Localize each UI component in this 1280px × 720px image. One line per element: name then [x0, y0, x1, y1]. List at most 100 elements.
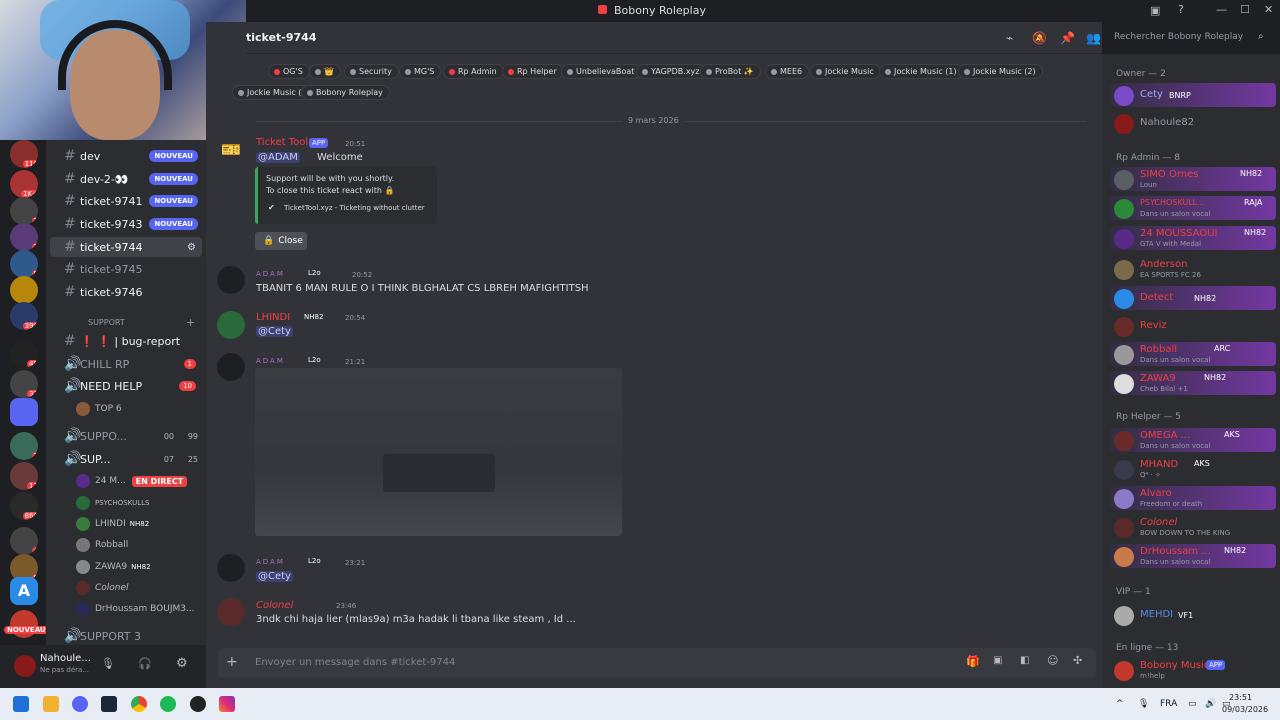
help-icon[interactable]: ? [1178, 3, 1184, 16]
avatar[interactable] [217, 311, 245, 339]
member-item[interactable]: Cety BNRP [1110, 83, 1276, 107]
minimize-button[interactable]: — [1216, 3, 1227, 16]
attached-screenshot[interactable] [255, 368, 622, 536]
member-item[interactable]: Reviz [1110, 314, 1276, 338]
server-icon[interactable]: 9 [10, 250, 38, 278]
role-tag[interactable]: YAGPDB.xyz [636, 64, 707, 79]
member-item[interactable]: PSYCHOSKULL... RAJA Dans un salon vocal [1110, 196, 1276, 220]
channel-item-ticket-9745[interactable]: # ticket-9745 [50, 259, 202, 279]
channel-item-ticket-9741[interactable]: # ticket-9741 NOUVEAU [50, 191, 202, 211]
avatar[interactable] [217, 353, 245, 381]
member-item[interactable]: OMEGA ... AKS Dans un salon vocal [1110, 428, 1276, 452]
user-mention[interactable]: @Cety [256, 326, 293, 337]
message-author[interactable]: ADAM [256, 558, 285, 566]
role-tag[interactable]: Jockie Music (2) [958, 64, 1043, 79]
member-item[interactable]: Detect NH82 [1110, 286, 1276, 310]
add-attachment-icon[interactable]: + [226, 654, 238, 670]
channel-item-dev-2[interactable]: # dev-2-👀 NOUVEAU [50, 169, 202, 189]
channel-item-ticket-9743[interactable]: # ticket-9743 NOUVEAU [50, 214, 202, 234]
role-tag[interactable]: MG'S [399, 64, 442, 79]
voice-user[interactable]: Robball [76, 536, 128, 554]
member-item[interactable]: 24 MOUSSAOUI NH82 GTA V with Medal [1110, 226, 1276, 250]
member-item[interactable]: DrHoussam ... NH82 Dans un salon vocal [1110, 544, 1276, 568]
steam-icon[interactable] [101, 696, 117, 712]
maximize-button[interactable]: ☐ [1240, 3, 1250, 16]
role-tag[interactable]: MEE6 [765, 64, 810, 79]
clock-date[interactable]: 09/03/2026 [1222, 705, 1268, 714]
server-icon[interactable]: 110 [10, 140, 38, 168]
channel-item-bug-report[interactable]: # ❗ ❗ | bug-report [50, 331, 202, 351]
message-author[interactable]: ADAM [256, 357, 285, 365]
close-ticket-button[interactable]: 🔒 Close [255, 232, 307, 250]
gif-icon[interactable]: ▣ [993, 655, 1002, 666]
channel-item-ticket-9746[interactable]: # ticket-9746 [50, 282, 202, 302]
voice-user[interactable]: PSYCHOSKULLS [76, 494, 149, 512]
headphones-icon[interactable]: 🎧 [138, 657, 152, 670]
member-item[interactable]: Alvaro Freedom or death [1110, 486, 1276, 510]
network-icon[interactable]: ▭ [1188, 699, 1197, 709]
member-item[interactable]: MEHDI VF1 [1110, 603, 1276, 627]
obs-icon[interactable] [190, 696, 206, 712]
server-icon[interactable]: 13 [10, 462, 38, 490]
message-input[interactable]: Envoyer un message dans #ticket-9744 [255, 657, 455, 668]
voice-channel-support-a[interactable]: 🔊 SUPPO... 00 99 [50, 426, 202, 446]
member-item[interactable]: MHAND AKS Q⁴ · ✧ [1110, 457, 1276, 481]
member-item[interactable]: Colonel BOW DOWN TO THE KING [1110, 515, 1276, 539]
role-tag[interactable]: Security [344, 64, 399, 79]
tray-chevron-icon[interactable]: ^ [1116, 699, 1124, 709]
add-channel-icon[interactable]: + [186, 316, 195, 329]
server-icon[interactable]: 4 [10, 527, 38, 555]
voice-user[interactable]: DrHoussam BOUJM3... [76, 600, 195, 618]
user-settings-icon[interactable]: ⚙ [176, 656, 188, 671]
member-item[interactable]: Nahoule82 [1110, 111, 1276, 135]
server-icon[interactable]: 31 [10, 370, 38, 398]
avatar[interactable] [217, 266, 245, 294]
server-icon[interactable]: 3 [10, 197, 38, 225]
role-tag[interactable]: OG'S [268, 64, 310, 79]
server-icon[interactable]: 49 [10, 340, 38, 368]
role-tag[interactable]: Rp Admin [443, 64, 504, 79]
member-item[interactable]: Robball ARC Dans un salon vocal [1110, 342, 1276, 366]
channel-item-dev[interactable]: # dev NOUVEAU [50, 146, 202, 166]
message-author[interactable]: Colonel [256, 600, 293, 611]
role-tag[interactable]: Jockie Music (1) [879, 64, 964, 79]
voice-channel-support-b[interactable]: 🔊 SUP... 07 25 [50, 449, 202, 469]
windows-start-icon[interactable] [13, 696, 29, 712]
avatar[interactable] [217, 554, 245, 582]
member-item[interactable]: Anderson EA SPORTS FC 26 [1110, 257, 1276, 281]
user-mention[interactable]: @Cety [256, 571, 293, 582]
mute-icon[interactable]: 🔕 [1032, 31, 1047, 45]
threads-icon[interactable]: ⌁ [1006, 31, 1013, 45]
role-tag[interactable]: 👑 [309, 64, 341, 79]
role-tag[interactable]: Jockie Music [810, 64, 881, 79]
server-icon[interactable] [10, 276, 38, 304]
search-input[interactable]: Rechercher Bobony Roleplay [1108, 29, 1274, 47]
discord-icon[interactable] [72, 696, 88, 712]
message-author[interactable]: ADAM [256, 270, 285, 278]
language-indicator[interactable]: FRA [1160, 699, 1177, 709]
pin-icon[interactable]: 📌 [1060, 31, 1075, 45]
user-mention[interactable]: @ADAM [256, 152, 300, 163]
category-support[interactable]: SUPPORT [88, 318, 125, 327]
voice-channel-support-3[interactable]: 🔊 SUPPORT 3 [50, 626, 202, 645]
close-window-button[interactable]: ✕ [1264, 3, 1273, 16]
voice-user[interactable]: Colonel [76, 579, 129, 597]
file-explorer-icon[interactable] [43, 696, 59, 712]
role-tag[interactable]: ProBot ✨ [700, 64, 761, 79]
avatar[interactable] [217, 598, 245, 626]
folder-icon[interactable] [10, 398, 38, 426]
voice-user[interactable]: 24 M... EN DIRECT [76, 472, 188, 490]
member-item[interactable]: Bobony Music APP m!help [1110, 658, 1276, 682]
microphone-icon[interactable]: 🎙 [1138, 699, 1149, 709]
emoji-icon[interactable]: ☺ [1047, 654, 1058, 667]
voice-user[interactable]: ZAWA9 NH82 [76, 558, 151, 576]
gift-icon[interactable]: 🎁 [966, 655, 980, 668]
sticker-icon[interactable]: ◧ [1020, 655, 1029, 666]
members-icon[interactable]: 👥 [1086, 31, 1101, 45]
server-icon[interactable]: A [10, 577, 38, 605]
voice-user[interactable]: LHINDI NH82 [76, 515, 149, 533]
apps-icon[interactable]: ✣ [1073, 654, 1082, 667]
server-icon[interactable]: 396 [10, 302, 38, 330]
message-composer[interactable]: + Envoyer un message dans #ticket-9744 🎁… [218, 648, 1096, 678]
role-tag[interactable]: Rp Helper [502, 64, 564, 79]
